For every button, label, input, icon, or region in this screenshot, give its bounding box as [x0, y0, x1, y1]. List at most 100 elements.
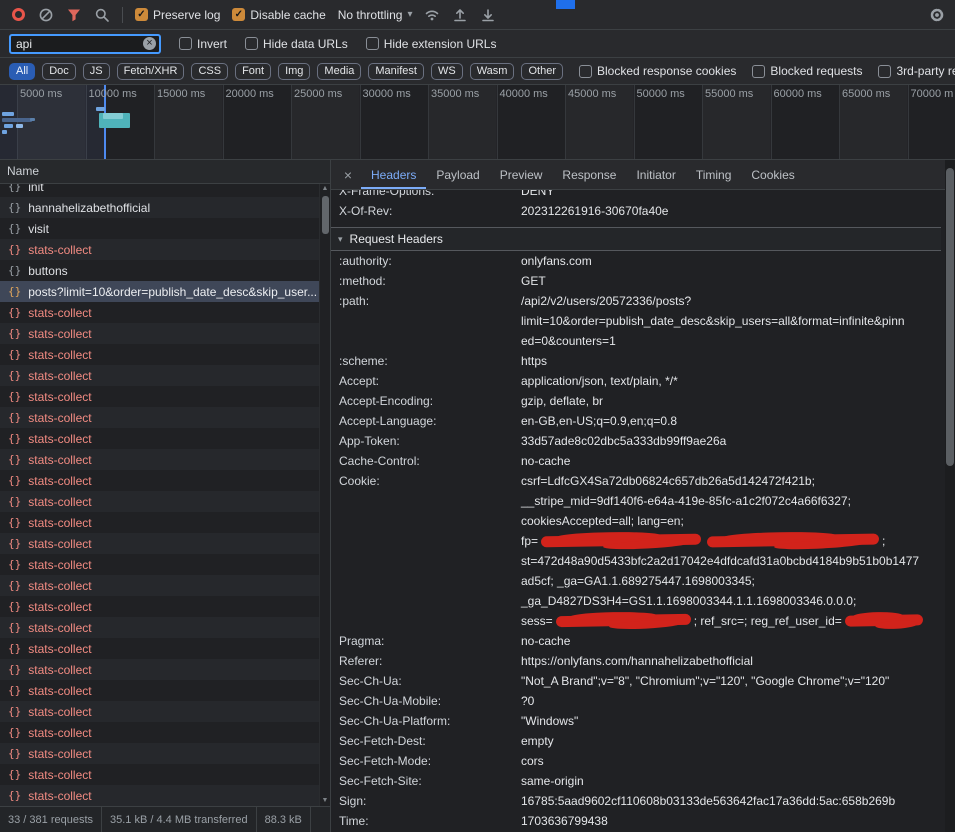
tab-payload[interactable]: Payload	[426, 160, 489, 189]
clear-button[interactable]	[38, 7, 54, 23]
filter-pill-fetch-xhr[interactable]: Fetch/XHR	[117, 63, 185, 80]
request-row[interactable]: {}stats-collect	[0, 449, 330, 470]
request-row[interactable]: {}init	[0, 184, 330, 197]
scrollbar-thumb[interactable]	[322, 196, 329, 234]
request-row[interactable]: {}visit	[0, 218, 330, 239]
request-row[interactable]: {}stats-collect	[0, 470, 330, 491]
request-row[interactable]: {}stats-collect	[0, 722, 330, 743]
header-value-text: cookiesAccepted=all; lang=en;	[521, 514, 684, 528]
name-column-header[interactable]: Name	[0, 160, 330, 184]
hide-extension-urls-label: Hide extension URLs	[384, 37, 497, 51]
3rd-party-requests-checkbox[interactable]: 3rd-party requests	[878, 64, 955, 78]
details-scrollbar[interactable]	[945, 160, 955, 832]
request-row[interactable]: {}stats-collect	[0, 344, 330, 365]
network-conditions-button[interactable]	[424, 7, 440, 23]
request-type-icon: {}	[8, 747, 21, 760]
overview-time-label: 15000 ms	[157, 88, 205, 100]
disable-cache-checkbox[interactable]: ✓ Disable cache	[232, 8, 325, 22]
request-name: hannahelizabethofficial	[28, 201, 150, 215]
request-row[interactable]: {}hannahelizabethofficial	[0, 197, 330, 218]
request-row[interactable]: {}stats-collect	[0, 407, 330, 428]
request-row[interactable]: {}posts?limit=10&order=publish_date_desc…	[0, 281, 330, 302]
request-row[interactable]: {}stats-collect	[0, 533, 330, 554]
filter-pill-ws[interactable]: WS	[431, 63, 463, 80]
filter-input[interactable]	[16, 37, 143, 51]
request-row[interactable]: {}stats-collect	[0, 764, 330, 785]
filter-pill-css[interactable]: CSS	[191, 63, 228, 80]
invert-checkbox[interactable]: Invert	[179, 37, 227, 51]
filter-pill-doc[interactable]: Doc	[42, 63, 76, 80]
export-har-button[interactable]	[480, 7, 496, 23]
request-row[interactable]: {}stats-collect	[0, 239, 330, 260]
filter-pill-wasm[interactable]: Wasm	[470, 63, 515, 80]
request-row[interactable]: {}stats-collect	[0, 617, 330, 638]
network-summary-bar: 33 / 381 requests35.1 kB / 4.4 MB transf…	[0, 806, 330, 832]
request-row[interactable]: {}buttons	[0, 260, 330, 281]
request-row[interactable]: {}stats-collect	[0, 701, 330, 722]
timeline-overview[interactable]: 5000 ms10000 ms15000 ms20000 ms25000 ms3…	[0, 85, 955, 160]
settings-button[interactable]	[929, 7, 945, 23]
request-row[interactable]: {}stats-collect	[0, 785, 330, 806]
request-row[interactable]: {}stats-collect	[0, 386, 330, 407]
hide-extension-urls-checkbox[interactable]: Hide extension URLs	[366, 37, 497, 51]
tab-response[interactable]: Response	[552, 160, 626, 189]
request-row[interactable]: {}stats-collect	[0, 323, 330, 344]
header-value: GET	[521, 271, 941, 291]
blocked-requests-checkbox[interactable]: Blocked requests	[752, 64, 862, 78]
request-row[interactable]: {}stats-collect	[0, 512, 330, 533]
header-row: Accept:application/json, text/plain, */*	[331, 371, 941, 391]
scrollbar-thumb[interactable]	[946, 168, 954, 466]
filter-pill-manifest[interactable]: Manifest	[368, 63, 424, 80]
close-details-icon[interactable]: ×	[335, 160, 361, 189]
header-value: /api2/v2/users/20572336/posts?limit=10&o…	[521, 291, 941, 351]
clear-filter-icon[interactable]: ×	[143, 37, 156, 50]
filter-pill-all[interactable]: All	[9, 63, 35, 80]
preserve-log-checkbox[interactable]: ✓ Preserve log	[135, 8, 220, 22]
filter-pill-other[interactable]: Other	[521, 63, 563, 80]
filter-button[interactable]	[66, 7, 82, 23]
tab-headers[interactable]: Headers	[361, 160, 426, 189]
request-row[interactable]: {}stats-collect	[0, 365, 330, 386]
filter-pill-img[interactable]: Img	[278, 63, 310, 80]
scroll-up-icon[interactable]: ▲	[322, 184, 329, 194]
tab-initiator[interactable]: Initiator	[626, 160, 685, 189]
request-row[interactable]: {}stats-collect	[0, 638, 330, 659]
request-row[interactable]: {}stats-collect	[0, 302, 330, 323]
checkbox-unchecked-icon	[179, 37, 192, 50]
request-row[interactable]: {}stats-collect	[0, 659, 330, 680]
overview-gridline	[291, 85, 292, 159]
search-button[interactable]	[94, 7, 110, 23]
overview-time-label: 5000 ms	[20, 88, 62, 100]
tab-preview[interactable]: Preview	[490, 160, 553, 189]
import-har-button[interactable]	[452, 7, 468, 23]
request-headers-section[interactable]: ▾Request Headers	[331, 227, 941, 251]
filter-pill-font[interactable]: Font	[235, 63, 271, 80]
request-row[interactable]: {}stats-collect	[0, 428, 330, 449]
scroll-down-icon[interactable]: ▼	[322, 796, 329, 806]
request-type-icon: {}	[8, 642, 21, 655]
request-type-icon: {}	[8, 726, 21, 739]
overview-gridline	[497, 85, 498, 159]
request-row[interactable]: {}stats-collect	[0, 575, 330, 596]
request-type-icon: {}	[8, 558, 21, 571]
request-row[interactable]: {}stats-collect	[0, 554, 330, 575]
request-list-scrollbar[interactable]: ▲ ▼	[319, 184, 330, 806]
checkbox-label: Blocked requests	[770, 64, 862, 78]
request-name: stats-collect	[28, 411, 91, 425]
record-button[interactable]	[10, 7, 26, 23]
tab-cookies[interactable]: Cookies	[741, 160, 804, 189]
filter-pill-js[interactable]: JS	[83, 63, 110, 80]
throttling-dropdown[interactable]: No throttling ▾	[338, 8, 413, 22]
request-row[interactable]: {}stats-collect	[0, 596, 330, 617]
filter-pill-media[interactable]: Media	[317, 63, 361, 80]
header-name: Sec-Fetch-Dest:	[331, 731, 521, 751]
blocked-response-cookies-checkbox[interactable]: Blocked response cookies	[579, 64, 736, 78]
hide-data-urls-checkbox[interactable]: Hide data URLs	[245, 37, 348, 51]
header-value: cors	[521, 751, 941, 771]
request-row[interactable]: {}stats-collect	[0, 743, 330, 764]
request-name: stats-collect	[28, 474, 91, 488]
disclosure-triangle-icon: ▾	[338, 234, 343, 245]
request-row[interactable]: {}stats-collect	[0, 491, 330, 512]
tab-timing[interactable]: Timing	[686, 160, 742, 189]
request-row[interactable]: {}stats-collect	[0, 680, 330, 701]
